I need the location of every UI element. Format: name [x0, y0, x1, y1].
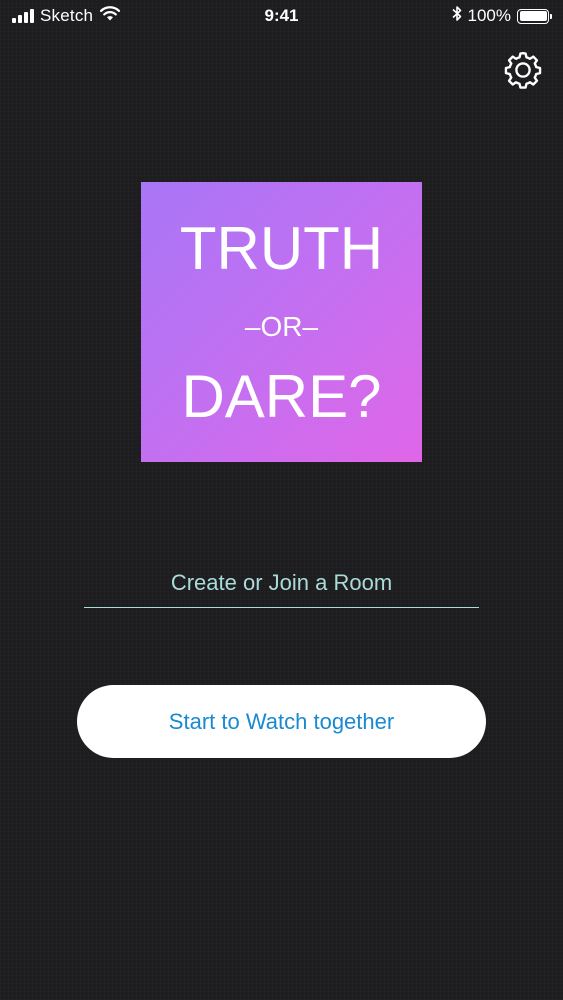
- truth-or-dare-logo: TRUTH –OR– DARE?: [141, 182, 422, 462]
- room-field: [84, 560, 479, 608]
- room-input[interactable]: [84, 560, 479, 606]
- bluetooth-icon: [451, 5, 462, 27]
- settings-button[interactable]: [501, 48, 545, 92]
- start-watch-button[interactable]: Start to Watch together: [77, 685, 486, 758]
- logo-or-text: –OR–: [244, 311, 319, 342]
- battery-fill: [519, 11, 547, 21]
- battery-icon: [517, 8, 552, 24]
- status-bar: Sketch 9:41 100%: [0, 0, 563, 34]
- home-screen: Sketch 9:41 100% TRUTH –OR– DARE? Create…: [0, 0, 563, 1000]
- gear-icon: [504, 51, 542, 89]
- battery-percent: 100%: [467, 6, 511, 25]
- status-right: 100%: [451, 5, 552, 27]
- logo-dare-text: DARE?: [181, 363, 382, 430]
- logo-truth-text: TRUTH: [179, 215, 384, 282]
